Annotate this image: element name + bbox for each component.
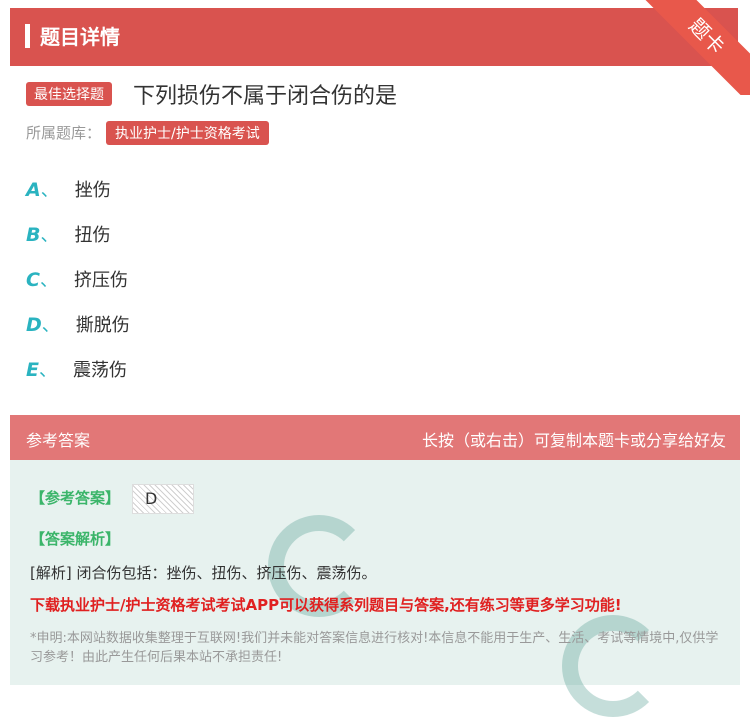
library-label: 所属题库： bbox=[26, 124, 102, 142]
option-letter: D bbox=[26, 314, 42, 336]
option-letter: C bbox=[26, 269, 40, 291]
option-e[interactable]: E、 震荡伤 bbox=[26, 356, 127, 382]
share-hint: 长按（或右击）可复制本题卡或分享给好友 bbox=[421, 431, 726, 450]
answer-section-header: 参考答案 长按（或右击）可复制本题卡或分享给好友 bbox=[10, 415, 740, 460]
question-type-badge: 最佳选择题 bbox=[26, 82, 112, 106]
corner-ribbon: 题卡 bbox=[640, 0, 750, 95]
option-a[interactable]: A、 挫伤 bbox=[26, 176, 111, 202]
explanation-text: [解析] 闭合伤包括：挫伤、扭伤、挤压伤、震荡伤。 bbox=[30, 564, 377, 582]
option-text: 震荡伤 bbox=[72, 360, 127, 381]
page-header: 题目详情 bbox=[10, 8, 738, 66]
option-b[interactable]: B、 扭伤 bbox=[26, 221, 110, 247]
option-letter: B bbox=[26, 224, 41, 246]
answer-label: 【参考答案】 bbox=[30, 489, 121, 507]
library-tag[interactable]: 执业护士/护士资格考试 bbox=[106, 121, 269, 145]
answer-value: D bbox=[132, 484, 194, 514]
option-letter: E bbox=[26, 359, 39, 381]
explanation-label: 【答案解析】 bbox=[30, 530, 121, 548]
option-text: 挤压伤 bbox=[73, 270, 128, 291]
disclaimer-text: *申明:本网站数据收集整理于互联网!我们并未能对答案信息进行核对!本信息不能用于… bbox=[30, 631, 719, 665]
option-c[interactable]: C、 挤压伤 bbox=[26, 266, 128, 292]
answer-section-title: 参考答案 bbox=[26, 431, 91, 450]
option-text: 挫伤 bbox=[74, 180, 111, 201]
option-text: 撕脱伤 bbox=[75, 315, 130, 336]
option-d[interactable]: D、 撕脱伤 bbox=[26, 311, 130, 337]
page-title: 题目详情 bbox=[40, 25, 120, 49]
option-letter: A bbox=[26, 179, 41, 201]
header-accent-bar bbox=[25, 24, 30, 48]
question-text: 下列损伤不属于闭合伤的是 bbox=[133, 84, 398, 109]
app-promo-link[interactable]: 下载执业护士/护士资格考试考试APP可以获得系列题目与答案,还有练习等更多学习功… bbox=[30, 594, 622, 615]
ribbon-label: 题卡 bbox=[641, 0, 750, 95]
option-text: 扭伤 bbox=[74, 225, 111, 246]
